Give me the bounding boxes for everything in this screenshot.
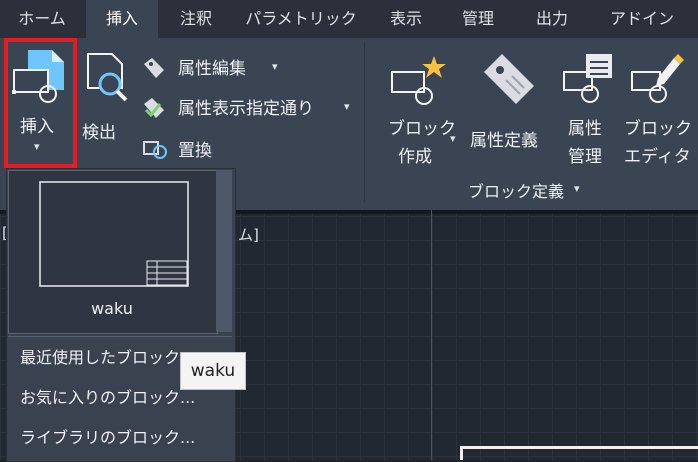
create-block-label-line1: ブロック [388, 119, 456, 139]
create-block-button[interactable]: ブロック 作成 ▾ [384, 48, 464, 167]
tab-addins[interactable]: アドイン [594, 0, 690, 38]
find-button[interactable]: 検出 [78, 42, 132, 166]
canvas-y-axis [431, 210, 432, 460]
create-block-label-line2: 作成 [398, 147, 432, 167]
ribbon-separator [364, 42, 365, 202]
ribbon-tab-bar: ホーム 挿入 注釈 パラメトリック 表示 管理 出力 アドイン [0, 0, 698, 38]
highlight-box [4, 38, 77, 168]
block-editor-button[interactable]: ブロック エディタ [622, 48, 696, 167]
attribute-edit-button[interactable]: 属性編集 ▾ [142, 54, 352, 80]
menu-divider [8, 336, 232, 337]
attribute-define-button[interactable]: 属性定義 [468, 48, 552, 166]
block-define-group-label[interactable]: ブロック定義 ▾ [468, 178, 598, 202]
menu-item-library-blocks[interactable]: ライブラリのブロック... [20, 424, 195, 448]
attribute-edit-caret-icon: ▾ [272, 60, 278, 73]
viewport-label-right[interactable]: ム] [238, 224, 259, 245]
tab-view[interactable]: 表示 [378, 0, 434, 38]
attribute-display-button[interactable]: 属性表示指定通り ▾ [142, 94, 358, 120]
block-editor-icon [631, 54, 684, 103]
attribute-manage-label-line2: 管理 [568, 147, 602, 167]
attribute-display-icon [144, 98, 164, 118]
menu-item-recent-blocks[interactable]: 最近使用したブロック... [20, 344, 195, 368]
tab-output[interactable]: 出力 [522, 0, 582, 38]
replace-button[interactable]: 置換 [142, 136, 262, 162]
attribute-define-label: 属性定義 [470, 131, 538, 151]
drawing-frame-corner [460, 446, 698, 460]
create-block-icon [391, 56, 446, 105]
gallery-scrollbar[interactable] [216, 170, 232, 332]
block-define-group-caret-icon: ▾ [574, 182, 580, 195]
replace-icon [143, 141, 167, 159]
block-thumbnail-image [39, 181, 189, 287]
tab-insert[interactable]: 挿入 [86, 0, 158, 38]
tab-annotate[interactable]: 注釈 [166, 0, 226, 38]
attribute-manage-label-line1: 属性 [568, 119, 602, 139]
menu-item-favorite-blocks[interactable]: お気に入りのブロック... [20, 384, 195, 408]
attribute-edit-label: 属性編集 [178, 59, 246, 79]
tab-manage[interactable]: 管理 [448, 0, 508, 38]
attribute-manage-icon [563, 54, 612, 103]
tab-parametric[interactable]: パラメトリック [238, 0, 364, 38]
attribute-manage-button[interactable]: 属性 管理 [556, 48, 618, 167]
block-thumbnail-waku[interactable]: waku [13, 175, 211, 329]
find-label: 検出 [82, 123, 116, 143]
attribute-define-icon [484, 54, 534, 104]
tab-home[interactable]: ホーム [8, 0, 76, 38]
create-block-caret-icon: ▾ [450, 132, 456, 145]
replace-label: 置換 [178, 141, 212, 161]
attribute-display-caret-icon: ▾ [344, 100, 350, 113]
block-editor-label-line2: エディタ [624, 147, 691, 167]
block-define-group-title: ブロック定義 [468, 182, 565, 201]
block-editor-label-line1: ブロック [624, 119, 692, 139]
find-icon [87, 53, 128, 102]
attribute-display-label: 属性表示指定通り [178, 99, 314, 119]
tooltip: waku [180, 352, 246, 390]
attribute-edit-icon [144, 58, 164, 78]
block-thumbnail-name: waku [91, 299, 133, 318]
block-gallery: waku [8, 170, 218, 334]
